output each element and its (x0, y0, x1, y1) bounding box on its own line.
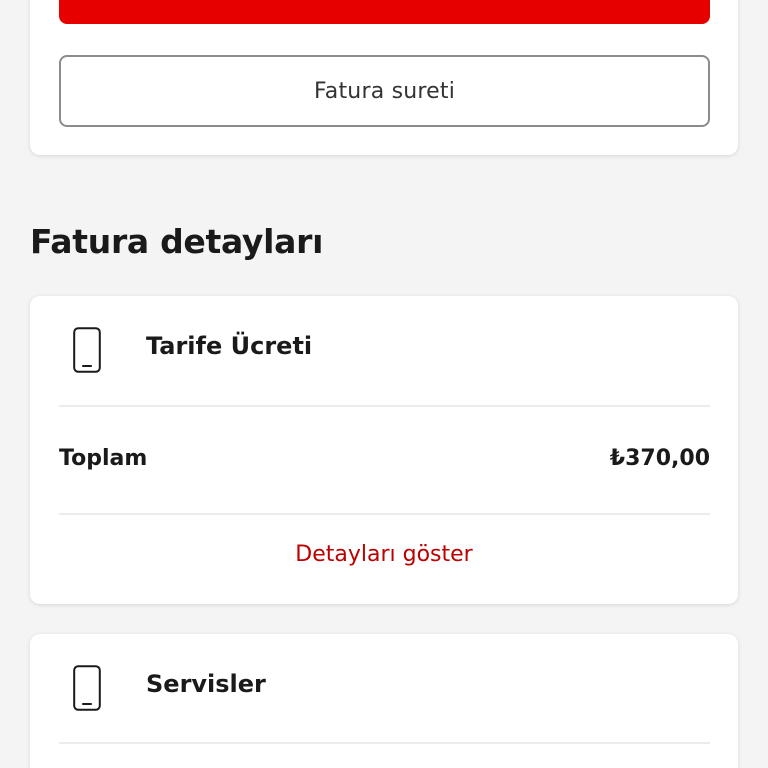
mobile-phone-icon (73, 665, 101, 711)
services-title: Servisler (146, 670, 266, 698)
services-card: Servisler (30, 634, 738, 768)
total-row: Toplam ₺370,00 (59, 446, 710, 471)
mobile-phone-icon (73, 327, 101, 373)
primary-action-button[interactable] (59, 0, 710, 24)
section-title: Fatura detayları (30, 222, 324, 261)
services-header: Servisler (30, 634, 738, 744)
show-details-link[interactable]: Detayları göster (30, 542, 738, 567)
tariff-fee-card: Tarife Ücreti Toplam ₺370,00 Detayları g… (30, 296, 738, 604)
divider (59, 405, 710, 407)
bill-details-page: Fatura sureti Fatura detayları Tarife Üc… (0, 0, 768, 768)
tariff-fee-title: Tarife Ücreti (146, 332, 313, 360)
total-value: ₺370,00 (609, 446, 710, 471)
bill-actions-card: Fatura sureti (30, 0, 738, 155)
divider (59, 742, 710, 744)
bill-copy-button[interactable]: Fatura sureti (59, 55, 710, 127)
total-label: Toplam (59, 446, 148, 471)
tariff-fee-header: Tarife Ücreti (30, 296, 738, 406)
divider (59, 513, 710, 515)
